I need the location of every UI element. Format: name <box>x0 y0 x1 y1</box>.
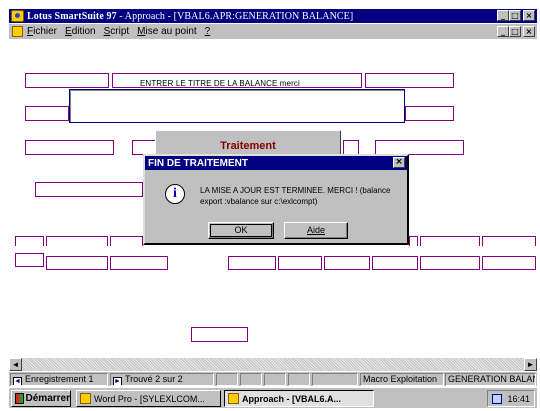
window-title-app: Lotus SmartSuite 97 <box>27 10 117 22</box>
form-field[interactable] <box>343 140 359 155</box>
window-controls: _ □ × <box>497 10 535 21</box>
minimize-button[interactable]: _ <box>497 10 509 21</box>
status-macro[interactable]: Macro Exploitation <box>360 373 444 386</box>
maximize-button[interactable]: □ <box>509 10 521 21</box>
dialog-close-button[interactable]: × <box>393 157 405 168</box>
document-icon[interactable] <box>12 26 23 37</box>
form-field[interactable] <box>15 253 44 267</box>
dialog-message: LA MISE A JOUR EST TERMINEE. MERCI ! (ba… <box>200 186 391 206</box>
aide-button[interactable]: Aide <box>284 222 348 239</box>
status-bar: ◄ Enregistrement 1 ► Trouvé 2 sur 2 Macro … <box>9 371 537 386</box>
doc-maximize-button[interactable]: □ <box>509 26 521 37</box>
traitement-button[interactable]: Traitement <box>155 130 341 156</box>
taskbar: Démarrer Word Pro - [SYLEXLCOM... Approa… <box>9 387 537 408</box>
scroll-right-icon[interactable]: ► <box>524 358 537 371</box>
close-button[interactable]: × <box>523 10 535 21</box>
form-field[interactable] <box>405 106 454 121</box>
menu-script-rest: cript <box>110 26 130 37</box>
status-empty-cell <box>312 373 358 386</box>
menu-help-label: ? <box>204 26 211 37</box>
document-controls: _ □ × <box>497 26 535 37</box>
title-label: ENTRER LE TITRE DE LA BALANCE merci <box>140 79 300 88</box>
menu-mise-au-point-accel: M <box>137 26 146 37</box>
form-field[interactable] <box>228 256 276 270</box>
status-empty-cell <box>264 373 286 386</box>
aide-button-label: Aide <box>306 225 325 235</box>
form-field[interactable] <box>191 327 248 342</box>
info-icon: i <box>165 184 185 204</box>
form-field[interactable] <box>35 182 143 197</box>
form-field[interactable] <box>46 236 108 246</box>
window-title: Lotus SmartSuite 97 - Approach - [VBAL6.… <box>27 11 353 22</box>
status-found[interactable]: ► Trouvé 2 sur 2 <box>110 373 214 386</box>
form-field[interactable] <box>25 106 69 121</box>
doc-close-button[interactable]: × <box>523 26 535 37</box>
form-field[interactable] <box>409 236 418 246</box>
menu-script[interactable]: Script <box>104 26 130 37</box>
found-nav-icon: ► <box>113 377 122 385</box>
form-field[interactable] <box>365 73 454 88</box>
balance-title-input[interactable] <box>69 89 405 123</box>
ok-button[interactable]: OK <box>208 222 274 239</box>
menu-edition-rest: dition <box>71 26 96 37</box>
task-approach-label: Approach - [VBAL6.A... <box>242 393 342 404</box>
horizontal-scrollbar[interactable]: ◄ ► <box>9 358 537 371</box>
form-field[interactable] <box>132 140 156 155</box>
menu-bar: Fichier Edition Script Mise au point ? _… <box>9 24 537 39</box>
form-field[interactable] <box>110 236 143 246</box>
menu-edition-accel: E <box>65 26 72 37</box>
form-field[interactable] <box>482 236 536 246</box>
screen: Lotus SmartSuite 97 - Approach - [VBAL6.… <box>0 0 540 411</box>
menu-mise-au-point[interactable]: Mise au point <box>137 26 197 37</box>
dialog-title: FIN DE TRAITEMENT <box>148 157 248 169</box>
clock[interactable]: 16:41 <box>507 394 530 404</box>
task-wordpro[interactable]: Word Pro - [SYLEXLCOM... <box>76 390 221 407</box>
form-field[interactable] <box>25 73 109 88</box>
form-field[interactable] <box>110 256 168 270</box>
form-field[interactable] <box>25 140 114 155</box>
scroll-left-icon[interactable]: ◄ <box>9 358 22 371</box>
task-approach[interactable]: Approach - [VBAL6.A... <box>224 390 374 407</box>
menu-help[interactable]: ? <box>205 26 211 37</box>
start-label: Démarrer <box>25 393 70 404</box>
menu-mise-au-point-rest: ise au point <box>145 26 197 37</box>
status-record-text: Enregistrement 1 <box>25 374 94 384</box>
form-field[interactable] <box>420 256 480 270</box>
status-empty-cell <box>240 373 262 386</box>
wordpro-icon <box>80 393 91 404</box>
form-field[interactable] <box>15 236 44 246</box>
start-button[interactable]: Démarrer <box>11 390 71 407</box>
form-field[interactable] <box>372 256 418 270</box>
window-title-doc: Approach - [VBAL6.APR:GENERATION BALANCE… <box>124 10 354 22</box>
menu-fichier-rest: ichier <box>33 26 58 37</box>
status-empty-cell <box>216 373 238 386</box>
form-field[interactable] <box>420 236 480 246</box>
status-empty-cell <box>288 373 310 386</box>
form-field[interactable] <box>375 140 464 155</box>
task-wordpro-label: Word Pro - [SYLEXLCOM... <box>94 393 205 404</box>
fin-traitement-dialog: FIN DE TRAITEMENT × i LA MISE A JOUR EST… <box>143 154 409 245</box>
windows-logo-icon <box>15 393 24 404</box>
status-found-text: Trouvé 2 sur 2 <box>125 374 183 384</box>
approach-icon <box>228 393 239 404</box>
system-tray: 16:41 <box>487 390 535 407</box>
menu-edition[interactable]: Edition <box>65 26 96 37</box>
dialog-title-bar: FIN DE TRAITEMENT × <box>145 156 407 170</box>
form-field[interactable] <box>324 256 370 270</box>
status-record[interactable]: ◄ Enregistrement 1 <box>10 373 108 386</box>
form-field[interactable] <box>46 256 108 270</box>
form-field[interactable] <box>278 256 322 270</box>
status-view[interactable]: GENERATION BALANCE <box>445 373 536 386</box>
form-field[interactable] <box>482 256 536 270</box>
record-nav-icon: ◄ <box>13 377 22 385</box>
lotus-app-icon[interactable] <box>11 10 24 22</box>
title-bar: Lotus SmartSuite 97 - Approach - [VBAL6.… <box>9 9 537 23</box>
tray-icon[interactable] <box>492 393 503 404</box>
window-title-sep: - <box>116 10 125 22</box>
menu-fichier[interactable]: Fichier <box>27 26 57 37</box>
doc-minimize-button[interactable]: _ <box>497 26 509 37</box>
